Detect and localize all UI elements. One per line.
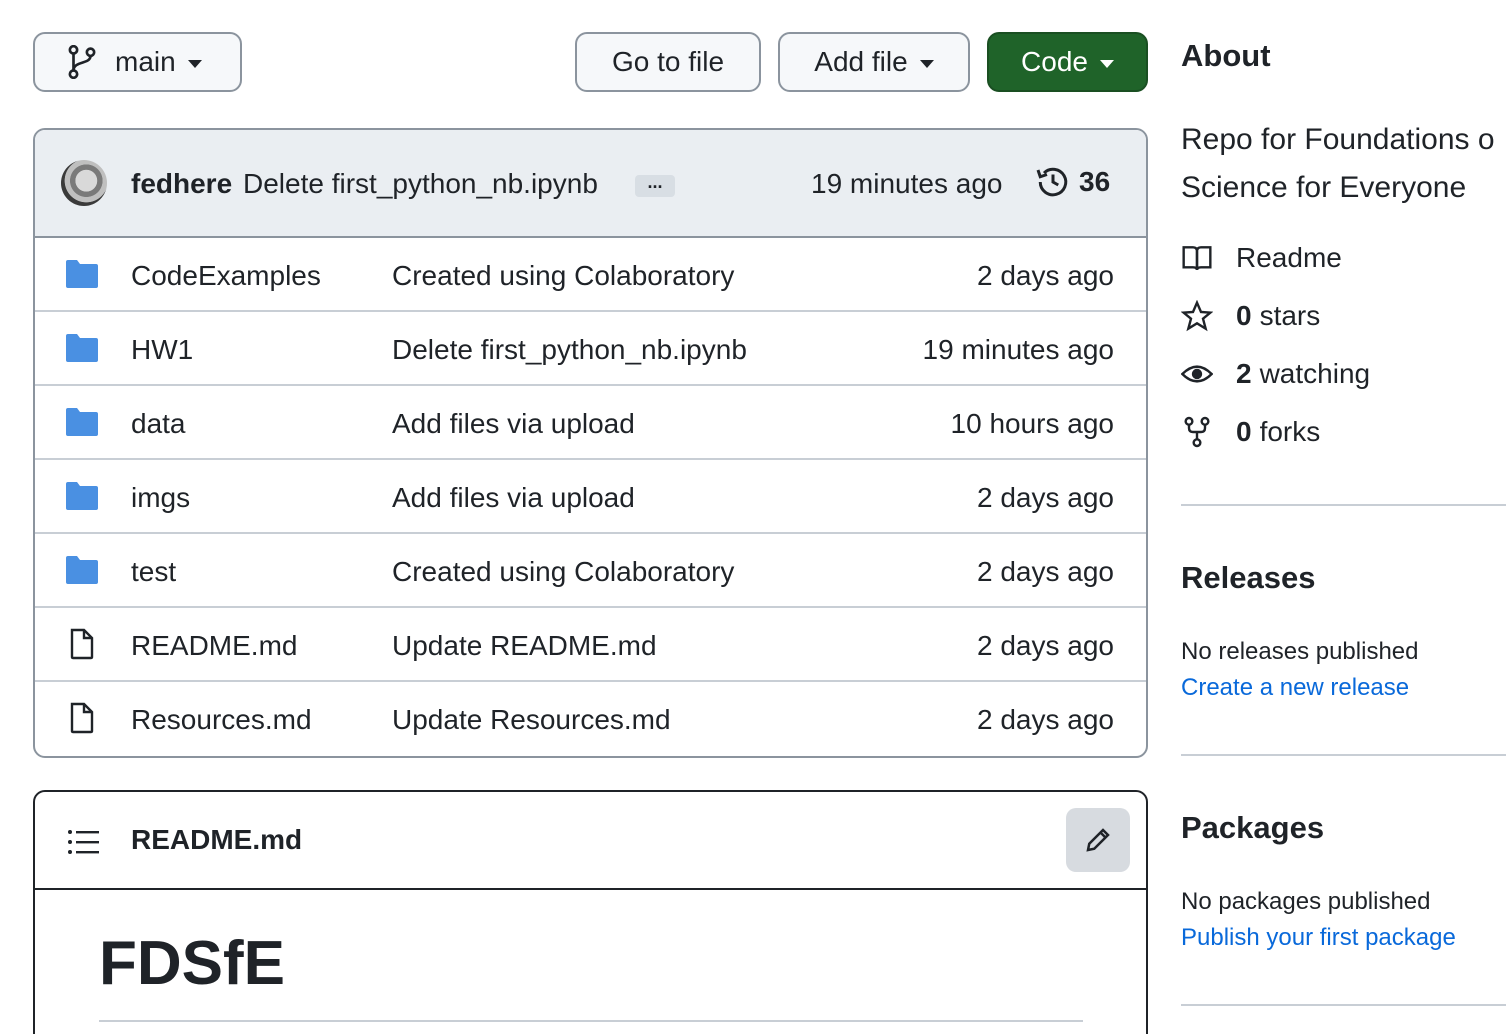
readme-heading: FDSfE <box>99 929 285 998</box>
folder-icon <box>66 408 98 436</box>
folder-icon <box>66 482 98 510</box>
folder-icon <box>66 260 98 288</box>
repo-description-line: Repo for Foundations o <box>1181 123 1495 156</box>
pencil-icon <box>1086 828 1110 852</box>
file-time: 2 days ago <box>977 704 1114 735</box>
file-name-link[interactable]: test <box>131 556 176 588</box>
file-row[interactable]: test Created using Colaboratory 2 days a… <box>35 534 1146 608</box>
file-name-link[interactable]: data <box>131 408 186 440</box>
commit-history-link[interactable]: 36 <box>1035 164 1110 200</box>
repo-description: Repo for Foundations o Science for Every… <box>1181 116 1506 212</box>
file-row[interactable]: Resources.md Update Resources.md 2 days … <box>35 682 1146 756</box>
star-icon <box>1181 300 1213 332</box>
book-icon <box>1182 246 1212 271</box>
commit-author-link[interactable]: fedhere <box>131 168 232 200</box>
stars-link[interactable]: 0 stars <box>1181 300 1320 332</box>
eye-icon <box>1181 365 1213 383</box>
commit-count: 36 <box>1079 166 1111 197</box>
forks-link[interactable]: 0 forks <box>1181 416 1320 448</box>
watching-count: 2 <box>1236 358 1252 389</box>
add-file-label: Add file <box>814 46 908 77</box>
forks-count: 0 <box>1236 416 1252 447</box>
file-commit-link[interactable]: Add files via upload <box>392 408 635 440</box>
packages-empty-text: No packages published <box>1181 888 1431 915</box>
sidebar-divider <box>1181 1004 1506 1006</box>
file-commit-link[interactable]: Add files via upload <box>392 482 635 514</box>
folder-icon <box>66 556 98 584</box>
add-file-button[interactable]: Add file <box>778 32 970 92</box>
file-commit-link[interactable]: Created using Colaboratory <box>392 556 734 588</box>
file-commit-link[interactable]: Update Resources.md <box>392 704 671 736</box>
file-time: 2 days ago <box>977 630 1114 661</box>
file-commit-link[interactable]: Created using Colaboratory <box>392 260 734 292</box>
branch-selector-button[interactable]: main <box>33 32 242 92</box>
chevron-down-icon <box>919 60 934 68</box>
file-name-link[interactable]: HW1 <box>131 334 193 366</box>
file-row[interactable]: HW1 Delete first_python_nb.ipynb 19 minu… <box>35 312 1146 386</box>
file-time: 2 days ago <box>977 260 1114 291</box>
watching-label: watching <box>1259 358 1371 389</box>
file-icon <box>70 628 94 660</box>
file-time: 2 days ago <box>977 482 1114 513</box>
commit-message-link[interactable]: Delete first_python_nb.ipynb <box>243 168 598 200</box>
folder-icon <box>66 334 98 362</box>
file-row[interactable]: CodeExamples Created using Colaboratory … <box>35 238 1146 312</box>
forks-label: forks <box>1259 416 1321 447</box>
repo-page: main Go to file Add file Code fedhere De… <box>0 0 1506 1034</box>
git-branch-icon <box>68 45 96 79</box>
file-row[interactable]: data Add files via upload 10 hours ago <box>35 386 1146 460</box>
readme-link-label: Readme <box>1236 242 1342 273</box>
file-name-link[interactable]: README.md <box>131 630 297 662</box>
code-button[interactable]: Code <box>987 32 1148 92</box>
readme-link[interactable]: Readme <box>1181 242 1342 274</box>
avatar[interactable] <box>61 160 107 206</box>
history-icon <box>1036 167 1068 197</box>
file-row[interactable]: README.md Update README.md 2 days ago <box>35 608 1146 682</box>
readme-panel: README.md FDSfE <box>33 790 1148 1034</box>
stars-label: stars <box>1259 300 1321 331</box>
file-time: 19 minutes ago <box>922 334 1114 365</box>
heading-divider <box>99 1020 1083 1022</box>
sidebar-divider <box>1181 504 1506 506</box>
file-time: 10 hours ago <box>950 408 1114 439</box>
watching-link[interactable]: 2 watching <box>1181 358 1370 390</box>
about-title: About <box>1181 38 1271 73</box>
sidebar-divider <box>1181 754 1506 756</box>
file-commit-link[interactable]: Update README.md <box>392 630 657 662</box>
repo-description-line: Science for Everyone <box>1181 171 1467 204</box>
packages-title[interactable]: Packages <box>1181 810 1324 846</box>
chevron-down-icon <box>1099 60 1114 68</box>
outline-list-icon[interactable] <box>67 828 99 856</box>
file-icon <box>70 702 94 734</box>
file-row[interactable]: imgs Add files via upload 2 days ago <box>35 460 1146 534</box>
stars-count: 0 <box>1236 300 1252 331</box>
fork-icon <box>1184 416 1210 448</box>
commit-expand-button[interactable]: ... <box>635 173 675 197</box>
publish-package-link[interactable]: Publish your first package <box>1181 924 1456 952</box>
file-name-link[interactable]: Resources.md <box>131 704 312 736</box>
file-name-link[interactable]: imgs <box>131 482 190 514</box>
readme-header: README.md <box>35 792 1146 890</box>
readme-filename: README.md <box>131 824 303 855</box>
chevron-down-icon <box>187 60 202 68</box>
latest-commit-bar: fedhere Delete first_python_nb.ipynb ...… <box>35 130 1146 238</box>
releases-title[interactable]: Releases <box>1181 560 1315 596</box>
releases-empty-text: No releases published <box>1181 638 1419 665</box>
branch-name: main <box>115 46 176 77</box>
about-sidebar: About Repo for Foundations o Science for… <box>1181 0 1506 1034</box>
file-name-link[interactable]: CodeExamples <box>131 260 321 292</box>
file-toolbar: main Go to file Add file Code <box>33 32 1148 96</box>
file-time: 2 days ago <box>977 556 1114 587</box>
file-listing: fedhere Delete first_python_nb.ipynb ...… <box>33 128 1148 758</box>
code-label: Code <box>1021 46 1088 77</box>
create-release-link[interactable]: Create a new release <box>1181 674 1409 702</box>
file-commit-link[interactable]: Delete first_python_nb.ipynb <box>392 334 747 366</box>
go-to-file-button[interactable]: Go to file <box>575 32 761 92</box>
commit-time: 19 minutes ago <box>811 168 1003 199</box>
edit-readme-button[interactable] <box>1066 808 1130 872</box>
